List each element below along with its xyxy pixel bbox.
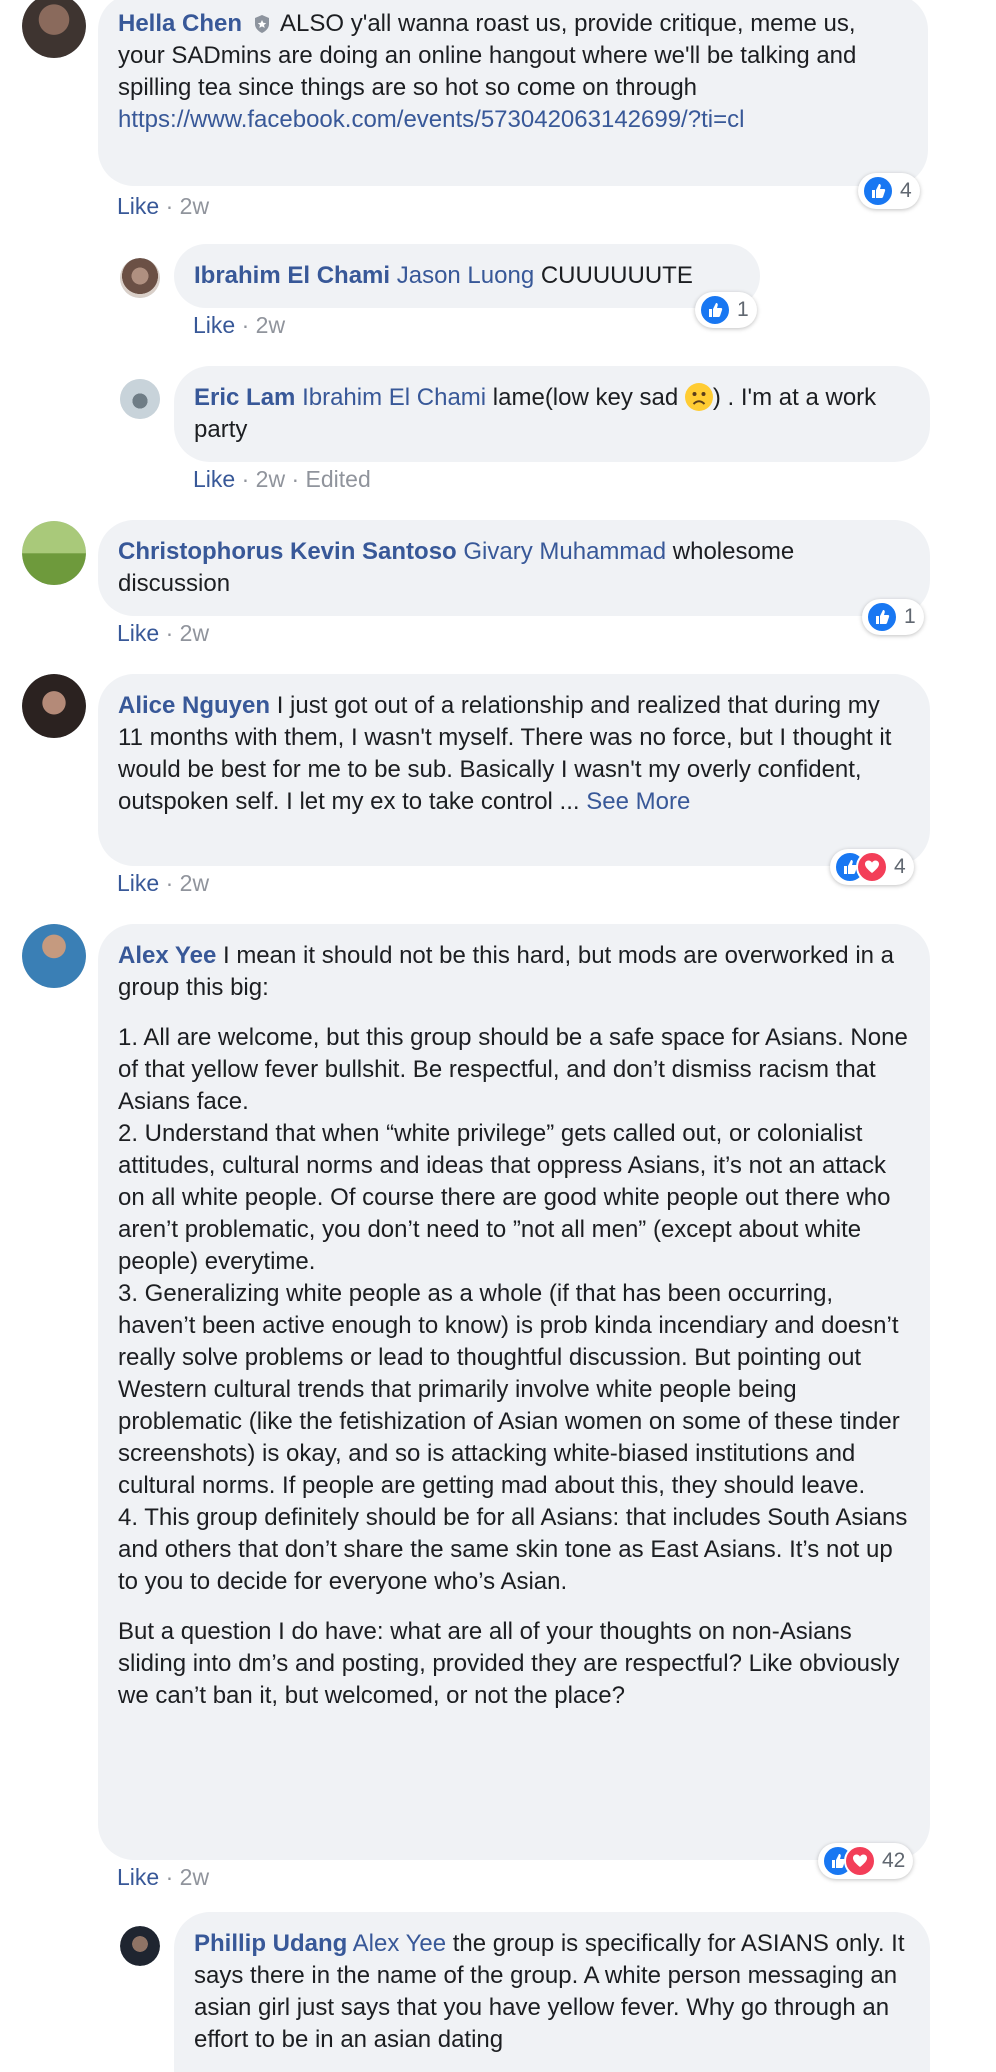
admin-shield-icon	[254, 15, 269, 33]
comment-text: lame(low key sad	[486, 384, 685, 411]
mention[interactable]: Jason Luong	[397, 262, 534, 289]
comment-bubble: Alice Nguyen I just got out of a relatio…	[98, 674, 930, 866]
comment-meta: Like · 2w · Edited	[193, 466, 371, 492]
reaction-number: 4	[900, 179, 912, 202]
reaction-number: 4	[894, 855, 906, 878]
avatar[interactable]	[120, 379, 160, 419]
comment-paragraph: But a question I do have: what are all o…	[118, 1618, 900, 1709]
like-button[interactable]: Like	[117, 1864, 159, 1890]
comment-meta: Like · 2w	[117, 193, 210, 219]
comment-author[interactable]: Alice Nguyen	[118, 692, 270, 719]
avatar[interactable]	[120, 1926, 160, 1966]
reaction-count[interactable]: 4	[858, 173, 920, 209]
reaction-count[interactable]: 4	[830, 849, 914, 885]
comment-paragraph: 4. This group definitely should be for a…	[118, 1504, 908, 1595]
avatar[interactable]	[22, 521, 86, 585]
avatar[interactable]	[120, 258, 160, 298]
reaction-count[interactable]: 1	[862, 599, 924, 635]
comment-bubble: Ibrahim El Chami Jason Luong CUUUUUUTE	[174, 244, 760, 308]
reaction-number: 1	[737, 298, 749, 321]
like-reaction-icon	[699, 294, 731, 326]
edited-label: Edited	[305, 466, 371, 492]
like-button[interactable]: Like	[117, 193, 159, 219]
comment-author[interactable]: Alex Yee	[118, 942, 216, 969]
comment-bubble: Hella Chen ALSO y'all wanna roast us, pr…	[98, 0, 928, 186]
comment-paragraph: 2. Understand that when “white privilege…	[118, 1120, 891, 1275]
comment-author[interactable]: Eric Lam	[194, 384, 295, 411]
comment-paragraph: 3. Generalizing white people as a whole …	[118, 1280, 900, 1499]
sad-face-emoji	[684, 383, 713, 411]
timestamp[interactable]: 2w	[180, 870, 209, 896]
comment-bubble: Eric Lam Ibrahim El Chami lame(low key s…	[174, 366, 930, 462]
comment-paragraph: 1. All are welcome, but this group shoul…	[118, 1024, 908, 1115]
comment-meta: Like · 2w	[117, 1864, 210, 1890]
like-button[interactable]: Like	[193, 466, 235, 492]
reaction-count[interactable]: 42	[818, 1843, 914, 1879]
comment-meta: Like · 2w	[117, 870, 210, 896]
love-reaction-icon	[856, 851, 888, 883]
timestamp[interactable]: 2w	[180, 620, 209, 646]
timestamp[interactable]: 2w	[180, 1864, 209, 1890]
reaction-count[interactable]: 1	[695, 292, 757, 328]
comment-author[interactable]: Ibrahim El Chami	[194, 262, 390, 289]
like-button[interactable]: Like	[117, 620, 159, 646]
comment-text: I mean it should not be this hard, but m…	[118, 942, 895, 1001]
timestamp[interactable]: 2w	[256, 466, 285, 492]
like-reaction-icon	[866, 601, 898, 633]
comment-meta: Like · 2w	[193, 312, 286, 338]
like-button[interactable]: Like	[193, 312, 235, 338]
timestamp[interactable]: 2w	[180, 193, 209, 219]
like-reaction-icon	[862, 175, 894, 207]
comment-bubble: Alex Yee I mean it should not be this ha…	[98, 924, 930, 1860]
comment-author[interactable]: Christophorus Kevin Santoso	[118, 538, 457, 565]
timestamp[interactable]: 2w	[256, 312, 285, 338]
mention[interactable]: Alex Yee	[353, 1930, 446, 1957]
like-button[interactable]: Like	[117, 870, 159, 896]
mention[interactable]: Givary Muhammad	[463, 538, 666, 565]
event-link[interactable]: https://www.facebook.com/events/57304206…	[118, 106, 744, 133]
comment-text: CUUUUUUTE	[534, 262, 693, 289]
love-reaction-icon	[844, 1845, 876, 1877]
reaction-number: 1	[904, 605, 916, 628]
comment-bubble: Christophorus Kevin Santoso Givary Muham…	[98, 520, 930, 616]
comment-author[interactable]: Hella Chen	[118, 10, 242, 37]
avatar[interactable]	[22, 674, 86, 738]
avatar[interactable]	[22, 0, 86, 58]
see-more-link[interactable]: See More	[586, 788, 690, 815]
avatar[interactable]	[22, 924, 86, 988]
comment-bubble: Phillip Udang Alex Yee the group is spec…	[174, 1912, 930, 2072]
comment-author[interactable]: Phillip Udang	[194, 1930, 347, 1957]
mention[interactable]: Ibrahim El Chami	[302, 384, 486, 411]
reaction-number: 42	[882, 1849, 906, 1872]
comment-meta: Like · 2w	[117, 620, 210, 646]
